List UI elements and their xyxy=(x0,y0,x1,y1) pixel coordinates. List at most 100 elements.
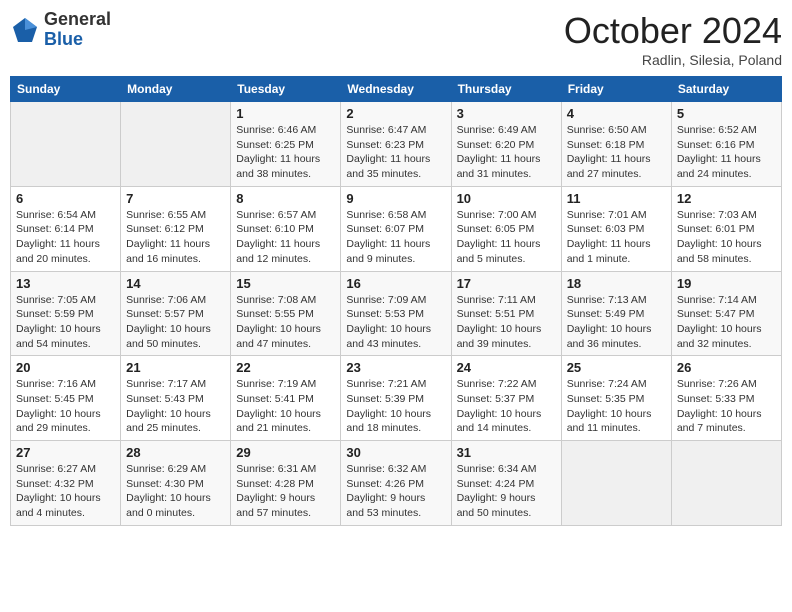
day-number: 25 xyxy=(567,360,666,375)
day-info: Sunrise: 7:05 AM Sunset: 5:59 PM Dayligh… xyxy=(16,293,115,352)
day-number: 9 xyxy=(346,191,445,206)
day-number: 23 xyxy=(346,360,445,375)
day-number: 28 xyxy=(126,445,225,460)
day-info: Sunrise: 7:24 AM Sunset: 5:35 PM Dayligh… xyxy=(567,377,666,436)
calendar-cell: 4 Sunrise: 6:50 AM Sunset: 6:18 PM Daylig… xyxy=(561,102,671,187)
weekday-header-wednesday: Wednesday xyxy=(341,77,451,102)
day-number: 7 xyxy=(126,191,225,206)
calendar-cell xyxy=(121,102,231,187)
day-number: 6 xyxy=(16,191,115,206)
calendar-cell: 23 Sunrise: 7:21 AM Sunset: 5:39 PM Dayli… xyxy=(341,356,451,441)
location: Radlin, Silesia, Poland xyxy=(564,52,782,68)
calendar-cell: 17 Sunrise: 7:11 AM Sunset: 5:51 PM Dayli… xyxy=(451,271,561,356)
day-number: 27 xyxy=(16,445,115,460)
day-number: 4 xyxy=(567,106,666,121)
calendar-cell: 11 Sunrise: 7:01 AM Sunset: 6:03 PM Dayli… xyxy=(561,186,671,271)
calendar-cell: 7 Sunrise: 6:55 AM Sunset: 6:12 PM Daylig… xyxy=(121,186,231,271)
day-info: Sunrise: 7:11 AM Sunset: 5:51 PM Dayligh… xyxy=(457,293,556,352)
calendar-cell: 14Sunrise: 7:06 AM Sunset: 5:57 PM Dayli… xyxy=(121,271,231,356)
day-number: 29 xyxy=(236,445,335,460)
day-number: 15 xyxy=(236,276,335,291)
weekday-header-row: SundayMondayTuesdayWednesdayThursdayFrid… xyxy=(11,77,782,102)
day-number: 22 xyxy=(236,360,335,375)
day-number: 31 xyxy=(457,445,556,460)
day-number: 18 xyxy=(567,276,666,291)
calendar-cell: 26Sunrise: 7:26 AM Sunset: 5:33 PM Dayli… xyxy=(671,356,781,441)
logo-general: General xyxy=(44,10,111,30)
day-info: Sunrise: 7:19 AM Sunset: 5:41 PM Dayligh… xyxy=(236,377,335,436)
calendar-week-row: 20 Sunrise: 7:16 AM Sunset: 5:45 PM Dayli… xyxy=(11,356,782,441)
day-number: 19 xyxy=(677,276,776,291)
logo-icon xyxy=(10,15,40,45)
day-number: 12 xyxy=(677,191,776,206)
calendar-cell xyxy=(11,102,121,187)
weekday-header-thursday: Thursday xyxy=(451,77,561,102)
day-number: 8 xyxy=(236,191,335,206)
calendar-cell: 15 Sunrise: 7:08 AM Sunset: 5:55 PM Dayli… xyxy=(231,271,341,356)
calendar-cell: 25 Sunrise: 7:24 AM Sunset: 5:35 PM Dayli… xyxy=(561,356,671,441)
day-number: 24 xyxy=(457,360,556,375)
day-number: 13 xyxy=(16,276,115,291)
day-number: 26 xyxy=(677,360,776,375)
day-info: Sunrise: 6:50 AM Sunset: 6:18 PM Dayligh… xyxy=(567,123,666,182)
calendar-cell: 30 Sunrise: 6:32 AM Sunset: 4:26 PM Dayli… xyxy=(341,441,451,526)
day-info: Sunrise: 6:34 AM Sunset: 4:24 PM Dayligh… xyxy=(457,462,556,521)
weekday-header-friday: Friday xyxy=(561,77,671,102)
day-number: 10 xyxy=(457,191,556,206)
calendar-week-row: 27 Sunrise: 6:27 AM Sunset: 4:32 PM Dayli… xyxy=(11,441,782,526)
calendar-cell: 18 Sunrise: 7:13 AM Sunset: 5:49 PM Dayli… xyxy=(561,271,671,356)
day-number: 3 xyxy=(457,106,556,121)
day-info: Sunrise: 7:09 AM Sunset: 5:53 PM Dayligh… xyxy=(346,293,445,352)
calendar-cell: 2 Sunrise: 6:47 AM Sunset: 6:23 PM Daylig… xyxy=(341,102,451,187)
calendar-cell: 6 Sunrise: 6:54 AM Sunset: 6:14 PM Daylig… xyxy=(11,186,121,271)
day-number: 30 xyxy=(346,445,445,460)
calendar-cell: 16Sunrise: 7:09 AM Sunset: 5:53 PM Dayli… xyxy=(341,271,451,356)
day-info: Sunrise: 7:22 AM Sunset: 5:37 PM Dayligh… xyxy=(457,377,556,436)
calendar-cell: 8 Sunrise: 6:57 AM Sunset: 6:10 PM Daylig… xyxy=(231,186,341,271)
calendar-cell: 1Sunrise: 6:46 AM Sunset: 6:25 PM Daylig… xyxy=(231,102,341,187)
day-number: 20 xyxy=(16,360,115,375)
calendar-cell xyxy=(671,441,781,526)
day-number: 21 xyxy=(126,360,225,375)
day-info: Sunrise: 7:16 AM Sunset: 5:45 PM Dayligh… xyxy=(16,377,115,436)
page-header: General Blue October 2024 Radlin, Silesi… xyxy=(10,10,782,68)
calendar-cell: 12Sunrise: 7:03 AM Sunset: 6:01 PM Dayli… xyxy=(671,186,781,271)
day-number: 2 xyxy=(346,106,445,121)
calendar-week-row: 6 Sunrise: 6:54 AM Sunset: 6:14 PM Daylig… xyxy=(11,186,782,271)
day-info: Sunrise: 7:13 AM Sunset: 5:49 PM Dayligh… xyxy=(567,293,666,352)
day-info: Sunrise: 6:29 AM Sunset: 4:30 PM Dayligh… xyxy=(126,462,225,521)
calendar-cell: 5 Sunrise: 6:52 AM Sunset: 6:16 PM Daylig… xyxy=(671,102,781,187)
calendar-cell: 9 Sunrise: 6:58 AM Sunset: 6:07 PM Daylig… xyxy=(341,186,451,271)
calendar-cell: 13 Sunrise: 7:05 AM Sunset: 5:59 PM Dayli… xyxy=(11,271,121,356)
logo-text: General Blue xyxy=(44,10,111,50)
weekday-header-saturday: Saturday xyxy=(671,77,781,102)
day-info: Sunrise: 6:49 AM Sunset: 6:20 PM Dayligh… xyxy=(457,123,556,182)
day-info: Sunrise: 6:52 AM Sunset: 6:16 PM Dayligh… xyxy=(677,123,776,182)
day-info: Sunrise: 6:55 AM Sunset: 6:12 PM Dayligh… xyxy=(126,208,225,267)
logo: General Blue xyxy=(10,10,111,50)
day-info: Sunrise: 6:57 AM Sunset: 6:10 PM Dayligh… xyxy=(236,208,335,267)
day-info: Sunrise: 7:01 AM Sunset: 6:03 PM Dayligh… xyxy=(567,208,666,267)
day-info: Sunrise: 6:58 AM Sunset: 6:07 PM Dayligh… xyxy=(346,208,445,267)
day-number: 17 xyxy=(457,276,556,291)
day-info: Sunrise: 6:54 AM Sunset: 6:14 PM Dayligh… xyxy=(16,208,115,267)
day-info: Sunrise: 7:08 AM Sunset: 5:55 PM Dayligh… xyxy=(236,293,335,352)
calendar-cell: 24 Sunrise: 7:22 AM Sunset: 5:37 PM Dayli… xyxy=(451,356,561,441)
calendar-cell xyxy=(561,441,671,526)
calendar-cell: 29 Sunrise: 6:31 AM Sunset: 4:28 PM Dayli… xyxy=(231,441,341,526)
day-info: Sunrise: 6:32 AM Sunset: 4:26 PM Dayligh… xyxy=(346,462,445,521)
day-info: Sunrise: 7:00 AM Sunset: 6:05 PM Dayligh… xyxy=(457,208,556,267)
day-info: Sunrise: 6:31 AM Sunset: 4:28 PM Dayligh… xyxy=(236,462,335,521)
calendar-cell: 20 Sunrise: 7:16 AM Sunset: 5:45 PM Dayli… xyxy=(11,356,121,441)
day-info: Sunrise: 7:21 AM Sunset: 5:39 PM Dayligh… xyxy=(346,377,445,436)
day-info: Sunrise: 6:47 AM Sunset: 6:23 PM Dayligh… xyxy=(346,123,445,182)
day-number: 14 xyxy=(126,276,225,291)
day-number: 1 xyxy=(236,106,335,121)
day-number: 11 xyxy=(567,191,666,206)
calendar-table: SundayMondayTuesdayWednesdayThursdayFrid… xyxy=(10,76,782,526)
day-number: 5 xyxy=(677,106,776,121)
day-info: Sunrise: 7:17 AM Sunset: 5:43 PM Dayligh… xyxy=(126,377,225,436)
weekday-header-tuesday: Tuesday xyxy=(231,77,341,102)
calendar-week-row: 13 Sunrise: 7:05 AM Sunset: 5:59 PM Dayli… xyxy=(11,271,782,356)
day-info: Sunrise: 6:27 AM Sunset: 4:32 PM Dayligh… xyxy=(16,462,115,521)
